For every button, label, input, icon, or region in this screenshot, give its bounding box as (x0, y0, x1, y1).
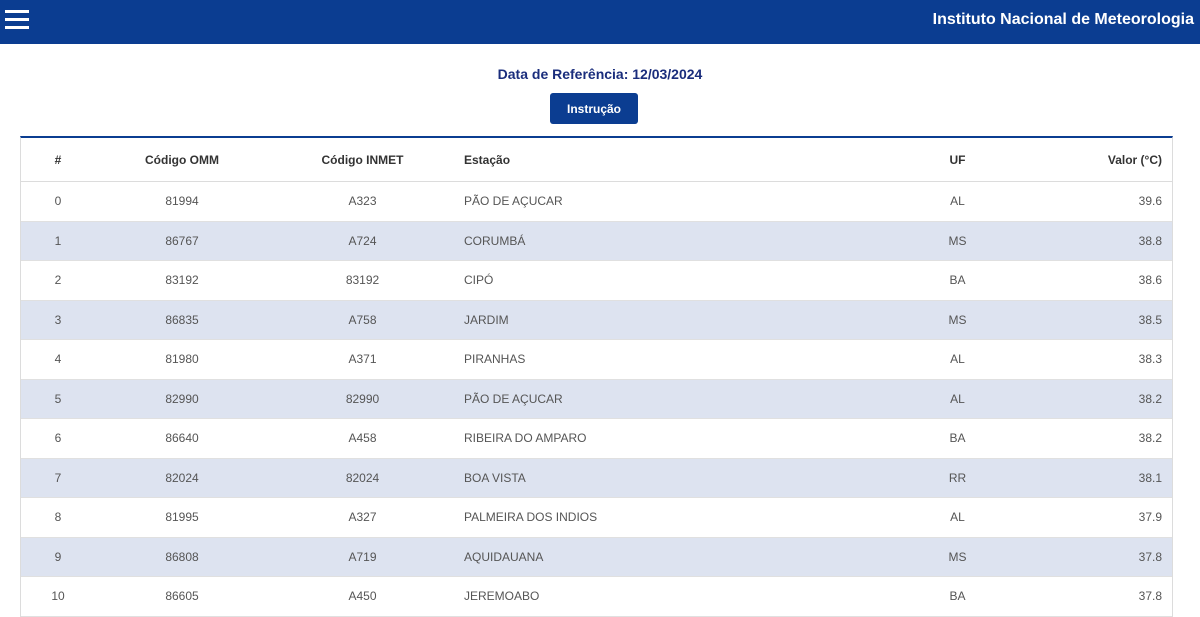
inmet-code: A450 (269, 576, 456, 617)
col-header-station[interactable]: Estação (456, 138, 901, 182)
site-title: Instituto Nacional de Meteorologia (932, 11, 1194, 28)
inmet-code: A371 (269, 339, 456, 380)
omm-code: 82990 (95, 379, 269, 419)
omm-code: 81994 (95, 181, 269, 222)
temperature-value: 37.8 (1014, 537, 1172, 577)
table-row[interactable]: 7 82024 82024 BOA VISTA RR 38.1 (21, 458, 1172, 498)
row-index: 6 (21, 418, 95, 459)
omm-code: 81995 (95, 497, 269, 538)
inmet-code: 82024 (269, 458, 456, 498)
inmet-code: A458 (269, 418, 456, 459)
station-name: CIPÓ (456, 260, 901, 301)
temperature-value: 38.2 (1014, 379, 1172, 419)
station-name: BOA VISTA (456, 458, 901, 498)
temperature-value: 39.6 (1014, 181, 1172, 222)
temperature-value: 38.6 (1014, 260, 1172, 301)
row-index: 3 (21, 300, 95, 340)
uf: AL (901, 339, 1014, 380)
table-row[interactable]: 5 82990 82990 PÃO DE AÇUCAR AL 38.2 (21, 379, 1172, 419)
omm-code: 86767 (95, 221, 269, 261)
inmet-code: A758 (269, 300, 456, 340)
station-name: RIBEIRA DO AMPARO (456, 418, 901, 459)
row-index: 7 (21, 458, 95, 498)
station-name: PALMEIRA DOS INDIOS (456, 497, 901, 538)
uf: MS (901, 221, 1014, 261)
uf: MS (901, 300, 1014, 340)
row-index: 2 (21, 260, 95, 301)
inmet-code: A327 (269, 497, 456, 538)
inmet-code: 82990 (269, 379, 456, 419)
omm-code: 86640 (95, 418, 269, 459)
row-index: 10 (21, 576, 95, 617)
table-row[interactable]: 4 81980 A371 PIRANHAS AL 38.3 (21, 339, 1172, 380)
row-index: 4 (21, 339, 95, 380)
col-header-uf[interactable]: UF (901, 138, 1014, 182)
uf: MS (901, 537, 1014, 577)
temperature-value: 37.8 (1014, 576, 1172, 617)
row-index: 0 (21, 181, 95, 222)
col-header-omm[interactable]: Código OMM (95, 138, 269, 182)
omm-code: 82024 (95, 458, 269, 498)
uf: AL (901, 181, 1014, 222)
row-index: 1 (21, 221, 95, 261)
table-row[interactable]: 9 86808 A719 AQUIDAUANA MS 37.8 (21, 537, 1172, 577)
inmet-code: A323 (269, 181, 456, 222)
table-row[interactable]: 0 81994 A323 PÃO DE AÇUCAR AL 39.6 (21, 181, 1172, 222)
table-row[interactable]: 1 86767 A724 CORUMBÁ MS 38.8 (21, 221, 1172, 261)
station-name: PÃO DE AÇUCAR (456, 379, 901, 419)
table-row[interactable]: 3 86835 A758 JARDIM MS 38.5 (21, 300, 1172, 340)
table-row[interactable]: 10 86605 A450 JEREMOABO BA 37.8 (21, 576, 1172, 617)
row-index: 5 (21, 379, 95, 419)
col-header-value[interactable]: Valor (°C) (1014, 138, 1172, 182)
uf: BA (901, 260, 1014, 301)
reference-date: Data de Referência: 12/03/2024 (497, 66, 703, 82)
station-name: CORUMBÁ (456, 221, 901, 261)
uf: AL (901, 379, 1014, 419)
temperature-value: 38.8 (1014, 221, 1172, 261)
omm-code: 86605 (95, 576, 269, 617)
station-name: PIRANHAS (456, 339, 901, 380)
uf: BA (901, 576, 1014, 617)
temperature-value: 37.9 (1014, 497, 1172, 538)
station-name: AQUIDAUANA (456, 537, 901, 577)
omm-code: 86835 (95, 300, 269, 340)
instruction-button[interactable]: Instrução (550, 93, 638, 124)
station-name: PÃO DE AÇUCAR (456, 181, 901, 222)
uf: RR (901, 458, 1014, 498)
inmet-code: 83192 (269, 260, 456, 301)
hamburger-menu-icon[interactable] (5, 8, 29, 32)
col-header-index[interactable]: # (21, 138, 95, 182)
table-row[interactable]: 8 81995 A327 PALMEIRA DOS INDIOS AL 37.9 (21, 497, 1172, 538)
temperature-value: 38.5 (1014, 300, 1172, 340)
table-header-row: # Código OMM Código INMET Estação UF Val… (21, 138, 1172, 182)
inmet-code: A724 (269, 221, 456, 261)
station-name: JEREMOABO (456, 576, 901, 617)
row-index: 9 (21, 537, 95, 577)
omm-code: 86808 (95, 537, 269, 577)
omm-code: 81980 (95, 339, 269, 380)
temperature-value: 38.1 (1014, 458, 1172, 498)
omm-code: 83192 (95, 260, 269, 301)
uf: BA (901, 418, 1014, 459)
inmet-code: A719 (269, 537, 456, 577)
table-row[interactable]: 6 86640 A458 RIBEIRA DO AMPARO BA 38.2 (21, 418, 1172, 459)
temperature-value: 38.3 (1014, 339, 1172, 380)
top-bar: Instituto Nacional de Meteorologia (0, 0, 1200, 44)
station-name: JARDIM (456, 300, 901, 340)
table-row[interactable]: 2 83192 83192 CIPÓ BA 38.6 (21, 260, 1172, 301)
temperature-value: 38.2 (1014, 418, 1172, 459)
temperature-table: # Código OMM Código INMET Estação UF Val… (20, 136, 1173, 617)
row-index: 8 (21, 497, 95, 538)
uf: AL (901, 497, 1014, 538)
col-header-inmet[interactable]: Código INMET (269, 138, 456, 182)
